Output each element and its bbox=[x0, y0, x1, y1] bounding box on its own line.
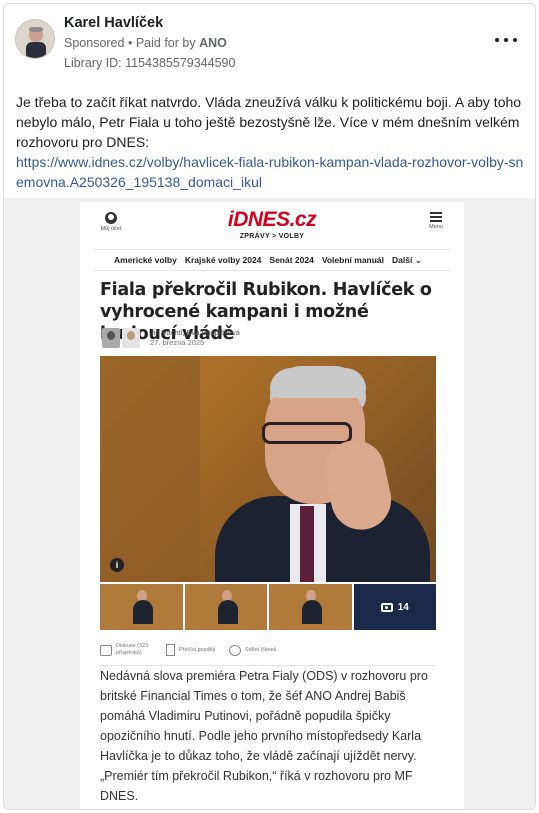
read-later-label: Přečíst později bbox=[179, 646, 216, 653]
news-logo: iDNES.cz bbox=[227, 208, 317, 231]
share-label: Sdílet článek bbox=[245, 646, 277, 653]
sponsored-label: Sponsored bbox=[64, 36, 125, 50]
avatar-photo bbox=[16, 20, 54, 58]
article-actions: Diskuse (323 příspěvků) Přečíst později … bbox=[100, 638, 287, 662]
more-options-icon[interactable] bbox=[495, 33, 517, 47]
share-icon bbox=[229, 644, 241, 656]
article-screenshot: Můj účet iDNES.cz ZPRÁVY > VOLBY Menu Am… bbox=[80, 202, 464, 809]
nav-item: Americké volby bbox=[114, 255, 177, 265]
breadcrumb: ZPRÁVY > VOLBY bbox=[239, 233, 305, 240]
bookmark-icon bbox=[166, 644, 175, 656]
paid-for-prefix: Paid for by bbox=[135, 36, 196, 50]
news-topbar: Můj účet iDNES.cz ZPRÁVY > VOLBY Menu bbox=[80, 202, 464, 250]
ad-creative[interactable]: Můj účet iDNES.cz ZPRÁVY > VOLBY Menu Am… bbox=[4, 198, 535, 809]
photo-thumbnails: 14 bbox=[100, 584, 436, 630]
sponsored-line: Sponsored • Paid for by ANO bbox=[64, 36, 227, 50]
post-text: Je třeba to začít říkat natvrdo. Vláda z… bbox=[16, 94, 522, 150]
author-names: Jiří Vachtl, Eva Pospíšilová bbox=[150, 328, 240, 337]
menu-icon: Menu bbox=[428, 212, 444, 230]
photo-count-value: 14 bbox=[397, 601, 409, 613]
post-link[interactable]: https://www.idnes.cz/volby/havlicek-fial… bbox=[16, 152, 526, 192]
author-photo bbox=[122, 328, 140, 348]
nav-item: Senát 2024 bbox=[269, 255, 314, 265]
library-id: Library ID: 1154385579344590 bbox=[64, 56, 236, 70]
info-icon: i bbox=[110, 558, 124, 572]
nav-item-more: Další bbox=[392, 255, 422, 266]
avatar[interactable] bbox=[15, 19, 55, 59]
camera-icon bbox=[380, 602, 393, 612]
ad-header: Karel Havlíček Sponsored • Paid for by A… bbox=[4, 4, 535, 80]
nav-item: Krajské volby 2024 bbox=[184, 255, 262, 265]
news-nav: Americké volby Krajské volby 2024 Senát … bbox=[94, 249, 450, 271]
share-action: Sdílet článek bbox=[229, 638, 287, 662]
photo-thumbnail bbox=[100, 584, 183, 630]
comment-icon bbox=[100, 644, 112, 656]
read-later-action: Přečíst později bbox=[166, 638, 221, 662]
article-body: Nedávná slova premiéra Petra Fialy (ODS)… bbox=[100, 669, 428, 803]
photo-thumbnail bbox=[184, 584, 267, 630]
separator-dot: • bbox=[127, 36, 133, 50]
post-text-block: Je třeba to začít říkat natvrdo. Vláda z… bbox=[16, 92, 526, 192]
ad-card: Karel Havlíček Sponsored • Paid for by A… bbox=[3, 3, 536, 810]
article-date: 27. března 2025 bbox=[150, 338, 205, 347]
nav-item: Volební manuál bbox=[321, 255, 385, 265]
photo-count: 14 bbox=[353, 584, 436, 630]
author-photo bbox=[102, 328, 120, 348]
article-main-photo: i bbox=[100, 356, 436, 582]
discussion-label: Diskuse (323 příspěvků) bbox=[116, 643, 149, 656]
page-name[interactable]: Karel Havlíček bbox=[64, 15, 163, 31]
menu-label: Menu bbox=[429, 224, 443, 230]
paid-for-by[interactable]: ANO bbox=[199, 36, 227, 50]
photo-thumbnail bbox=[269, 584, 352, 630]
discussion-action: Diskuse (323 příspěvků) bbox=[100, 638, 158, 662]
